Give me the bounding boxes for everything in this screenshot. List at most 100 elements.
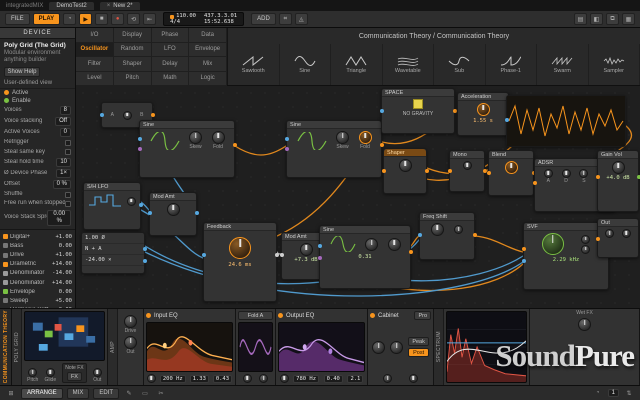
file-button[interactable]: FILE — [5, 13, 30, 25]
param-row[interactable]: Digital++1.00 — [0, 232, 75, 241]
metronome-icon[interactable]: ◔ — [63, 13, 76, 25]
rate-knob[interactable] — [127, 197, 136, 206]
panel-toggle-icon[interactable]: ⊞ — [5, 390, 17, 397]
cabinet-gain-knob[interactable] — [383, 374, 392, 383]
freq-knob[interactable] — [280, 374, 289, 383]
tab-oscillator[interactable]: Oscillator — [76, 43, 114, 58]
tab-lfo[interactable]: LFO — [152, 43, 190, 58]
device-input-eq[interactable]: Input EQ 200 Hz 1.33 0.43 — [144, 309, 236, 385]
voice-stacking-value[interactable]: Off — [55, 117, 71, 126]
output-port[interactable] — [473, 233, 477, 237]
level-knob[interactable] — [605, 229, 614, 238]
param-row[interactable]: Bass0.00 — [0, 241, 75, 250]
phase-port[interactable] — [285, 147, 289, 151]
fold-knob[interactable] — [212, 131, 225, 144]
pitch-port[interactable] — [318, 244, 322, 248]
input-port[interactable] — [280, 253, 284, 257]
clock-icon[interactable]: ◔ — [592, 390, 604, 396]
input-port[interactable] — [596, 237, 600, 241]
inspector-panel-icon[interactable]: ◧ — [590, 13, 603, 25]
arrange-button[interactable]: ARRANGE — [21, 388, 63, 399]
dual-display-icon[interactable]: ⧉ — [606, 13, 619, 25]
output-port[interactable] — [139, 203, 143, 207]
eraser-tool-icon[interactable]: ▭ — [139, 390, 151, 397]
pitch-port[interactable] — [138, 137, 142, 141]
drive-knob[interactable] — [581, 245, 590, 254]
enable-toggle[interactable]: Enable — [0, 97, 75, 105]
song-time[interactable]: 15:52.638 — [204, 20, 237, 26]
freq-value[interactable]: 200 Hz — [160, 375, 186, 383]
fold-amount-knob[interactable] — [243, 374, 252, 383]
output-port[interactable] — [143, 247, 147, 251]
tab-math[interactable]: Math — [152, 72, 190, 87]
wet-fx-knob[interactable] — [578, 318, 591, 331]
device-fold[interactable]: Fold A — [236, 309, 276, 385]
output-port[interactable] — [275, 253, 279, 257]
device-spectrum-analyzer[interactable]: SPECTRUM — [434, 309, 530, 385]
shift-knob[interactable] — [431, 223, 444, 236]
value-row[interactable]: 1.00 Ø — [82, 233, 144, 244]
stop-icon[interactable]: ■ — [95, 13, 108, 25]
value-row[interactable]: N + A — [82, 244, 144, 255]
view-selector[interactable]: User-defined view — [0, 78, 75, 89]
fold-knob[interactable] — [388, 238, 401, 251]
space-color-swatch[interactable] — [413, 99, 423, 109]
device-power-icon[interactable] — [278, 313, 283, 318]
node-sh-lfo[interactable]: S/H LFO — [83, 182, 141, 230]
browser-panel-icon[interactable]: ▤ — [574, 13, 587, 25]
skew-knob[interactable] — [365, 238, 378, 251]
gain-value[interactable]: 0.40 — [324, 375, 343, 383]
offset-value[interactable]: 0 % — [53, 180, 71, 189]
skew-knob[interactable] — [336, 131, 349, 144]
node-sine-1[interactable]: Sine Skew Fold — [139, 120, 235, 178]
q-value[interactable]: 0.43 — [213, 375, 232, 383]
counter-value[interactable]: 1 — [608, 389, 619, 397]
device-cabinet[interactable]: CabinetPro Peak Post — [368, 309, 434, 385]
device-poly-grid[interactable]: POLY GRID Pitch — [12, 309, 108, 385]
attack-knob[interactable] — [544, 169, 553, 178]
param-row[interactable]: Drive+1.00 — [0, 250, 75, 259]
mix-knob[interactable] — [454, 225, 463, 234]
knife-tool-icon[interactable]: ✂ — [155, 390, 167, 397]
grid-preview-display[interactable] — [24, 311, 105, 361]
show-help-button[interactable]: Show Help — [4, 67, 40, 77]
node-mono[interactable]: Mono — [449, 150, 485, 192]
device-power-icon[interactable] — [146, 313, 151, 318]
snap-icon[interactable]: ⌗ — [279, 13, 292, 25]
device-amp[interactable]: AMP Drive Out — [108, 309, 144, 385]
cutoff-knob[interactable] — [542, 233, 564, 255]
steal-hold-time-value[interactable]: 10 — [56, 158, 71, 167]
input-port[interactable] — [596, 175, 600, 179]
palette-item-swarm[interactable]: Swarm — [537, 44, 589, 85]
shape-knob[interactable] — [399, 159, 412, 172]
tab-phase[interactable]: Phase — [152, 28, 190, 43]
wet-fx-slot[interactable]: Wet FX — [530, 309, 640, 385]
palette-item-sawtooth[interactable]: Sawtooth — [228, 44, 280, 85]
input-port[interactable] — [148, 211, 152, 215]
automation-icon[interactable]: ◬ — [295, 13, 308, 25]
output-port[interactable] — [409, 250, 413, 254]
spectrum-display[interactable] — [446, 311, 527, 383]
tab-random[interactable]: Random — [114, 43, 152, 58]
loop-icon[interactable]: ⟲ — [127, 13, 140, 25]
node-shaper[interactable]: Shaper — [383, 148, 427, 194]
free-run-checkbox[interactable] — [65, 201, 71, 207]
q-value[interactable]: 2.1 — [347, 375, 363, 383]
output-port[interactable] — [637, 175, 640, 179]
output-port[interactable] — [195, 211, 199, 215]
close-icon[interactable]: × — [107, 3, 111, 9]
cabinet-size-knob[interactable] — [372, 341, 385, 354]
tab-logic[interactable]: Logic — [189, 72, 227, 87]
palette-item-triangle[interactable]: Triangle — [331, 44, 383, 85]
edit-button[interactable]: EDIT — [93, 388, 119, 399]
mono-knob[interactable] — [463, 161, 472, 170]
tab-mix[interactable]: Mix — [189, 57, 227, 72]
node-gain[interactable]: Gain Vol +4.0 dB — [597, 150, 639, 212]
pitch-port[interactable] — [285, 137, 289, 141]
output-eq-display[interactable] — [278, 322, 365, 372]
freq-value[interactable]: 780 Hz — [293, 375, 319, 383]
peak-button[interactable]: Peak — [408, 337, 429, 346]
tab-data[interactable]: Data — [189, 28, 227, 43]
device-output-eq[interactable]: Output EQ 780 Hz 0.40 2.1 — [276, 309, 368, 385]
tab-display[interactable]: Display — [114, 28, 152, 43]
